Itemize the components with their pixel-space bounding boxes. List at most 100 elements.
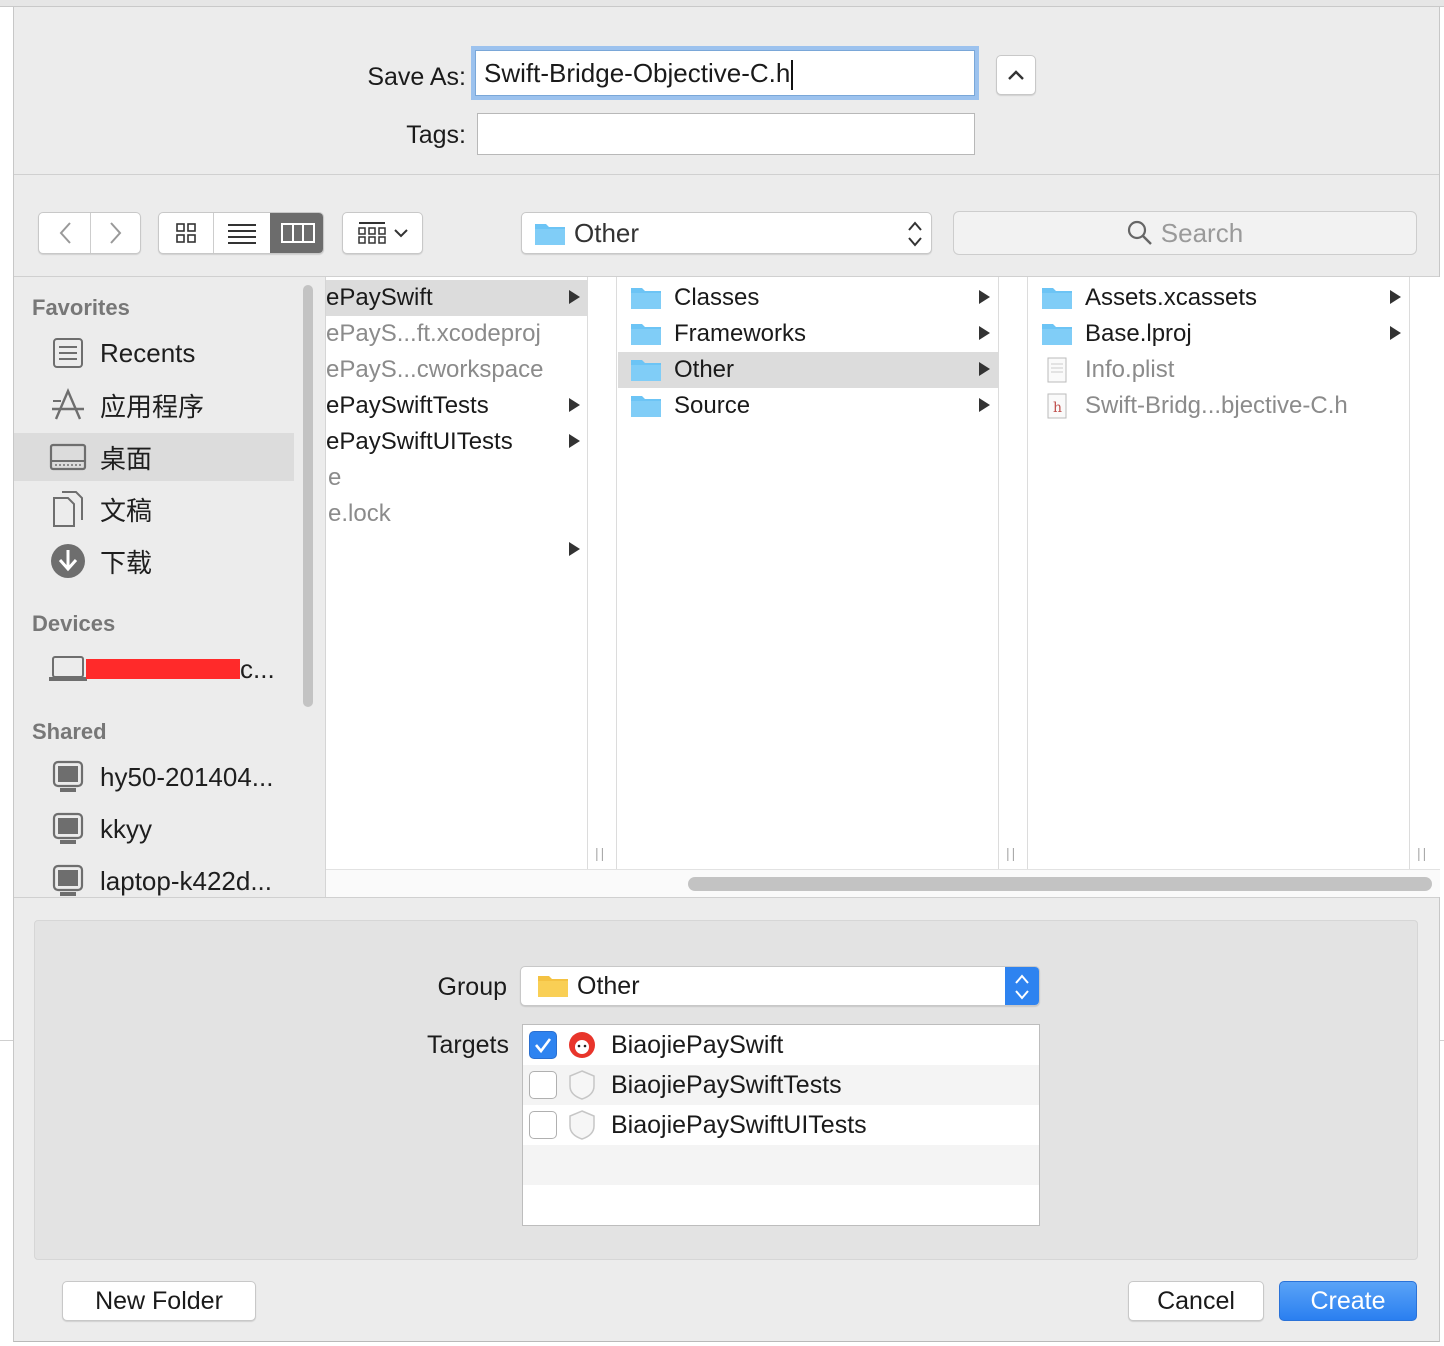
- list-item[interactable]: ePayS...ft.xcodeproj: [326, 316, 588, 352]
- disclosure-arrow-icon: [569, 434, 580, 448]
- list-item[interactable]: Other: [618, 352, 998, 388]
- list-item[interactable]: Frameworks: [618, 316, 998, 352]
- folder-icon: [535, 224, 565, 245]
- sidebar-item-shared[interactable]: laptop-k422d...: [14, 857, 294, 897]
- location-label: Other: [574, 217, 640, 248]
- column-3: Assets.xcassets Base.lproj Info.plist h …: [1029, 277, 1410, 869]
- column-gap: ||: [589, 277, 617, 869]
- target-checkbox[interactable]: [529, 1031, 557, 1059]
- sidebar-item-applications[interactable]: 应用程序: [14, 381, 294, 429]
- group-popup-stepper[interactable]: [1005, 967, 1039, 1005]
- laptop-icon: [48, 649, 88, 689]
- sidebar-item-label: kkyy: [100, 813, 152, 844]
- sidebar-item-downloads[interactable]: 下载: [14, 537, 294, 585]
- test-target-icon: [569, 1070, 595, 1100]
- target-row[interactable]: BiaojiePaySwiftTests: [523, 1065, 1039, 1105]
- disclosure-arrow-icon: [569, 290, 580, 304]
- options-panel: Group Other Targets BiaojiePaySwift Biao…: [34, 920, 1418, 1260]
- list-item[interactable]: ePayS...cworkspace: [326, 352, 588, 388]
- view-mode-control: [158, 212, 324, 254]
- folder-icon: [1042, 288, 1072, 309]
- list-item[interactable]: Info.plist: [1029, 352, 1409, 388]
- tags-label: Tags:: [406, 121, 466, 149]
- sidebar-item-documents[interactable]: 文稿: [14, 485, 294, 533]
- list-item[interactable]: Assets.xcassets: [1029, 280, 1409, 316]
- forward-button[interactable]: [90, 213, 141, 253]
- sidebar-scrollbar[interactable]: [303, 285, 313, 707]
- column-2: Classes Frameworks Other Source: [618, 277, 999, 869]
- sidebar-item-recents[interactable]: Recents: [14, 329, 294, 377]
- targets-list: BiaojiePaySwift BiaojiePaySwiftTests Bia…: [522, 1024, 1040, 1226]
- list-item[interactable]: ePaySwiftTests: [326, 388, 588, 424]
- divider: [14, 897, 1439, 898]
- back-button[interactable]: [39, 213, 90, 253]
- disclosure-arrow-icon: [569, 542, 580, 556]
- folder-icon: [631, 324, 661, 345]
- save-as-value: Swift-Bridge-Objective-C.h: [484, 58, 791, 88]
- applications-icon: [48, 385, 88, 425]
- column-gap: ||: [1411, 277, 1440, 869]
- location-popup[interactable]: Other: [521, 212, 932, 254]
- list-view-icon: [228, 224, 256, 244]
- sidebar-item-shared[interactable]: kkyy: [14, 805, 294, 853]
- horizontal-scrollbar[interactable]: [688, 877, 1432, 891]
- list-item[interactable]: e.lock: [326, 496, 588, 532]
- chevron-up-icon: [1008, 70, 1024, 80]
- search-field[interactable]: Search: [953, 211, 1417, 255]
- target-row[interactable]: BiaojiePaySwiftUITests: [523, 1105, 1039, 1145]
- sidebar-item-shared[interactable]: hy50-201404...: [14, 753, 294, 801]
- list-item[interactable]: Source: [618, 388, 998, 424]
- folder-icon: [631, 288, 661, 309]
- documents-icon: [48, 489, 88, 529]
- column-gap: ||: [1000, 277, 1028, 869]
- computer-icon: [48, 861, 88, 897]
- sidebar-item-label: hy50-201404...: [100, 761, 274, 792]
- list-item[interactable]: [326, 532, 588, 568]
- shared-header: Shared: [32, 719, 107, 744]
- list-item[interactable]: Base.lproj: [1029, 316, 1409, 352]
- window-top-edge: [0, 0, 1444, 7]
- list-item[interactable]: ePaySwiftUITests: [326, 424, 588, 460]
- redaction-bar: [86, 659, 240, 679]
- back-forward-control: [38, 212, 141, 254]
- tags-field[interactable]: [477, 113, 975, 155]
- list-view-button[interactable]: [213, 213, 270, 253]
- create-button[interactable]: Create: [1279, 1281, 1417, 1321]
- disclosure-arrow-icon: [979, 362, 990, 376]
- divider: [14, 174, 1439, 175]
- cancel-button[interactable]: Cancel: [1128, 1281, 1264, 1321]
- sidebar-item-label: Recents: [100, 337, 196, 368]
- chevron-right-icon: [110, 222, 122, 244]
- devices-header: Devices: [32, 611, 116, 636]
- icon-view-button[interactable]: [159, 213, 213, 253]
- target-checkbox[interactable]: [529, 1071, 557, 1099]
- collapse-button[interactable]: [996, 55, 1036, 95]
- save-as-label: Save As:: [367, 63, 466, 91]
- search-placeholder: Search: [1160, 217, 1244, 248]
- save-as-field[interactable]: Swift-Bridge-Objective-C.h: [475, 50, 975, 96]
- target-checkbox[interactable]: [529, 1111, 557, 1139]
- column-view-button[interactable]: [270, 213, 323, 253]
- list-item[interactable]: h Swift-Bridg...bjective-C.h: [1029, 388, 1409, 424]
- disclosure-arrow-icon: [979, 398, 990, 412]
- sidebar-item-desktop[interactable]: 桌面: [14, 433, 294, 481]
- new-folder-button[interactable]: New Folder: [62, 1281, 256, 1321]
- target-row[interactable]: BiaojiePaySwift: [523, 1025, 1039, 1065]
- group-popup[interactable]: Other: [520, 966, 1040, 1006]
- sidebar-item-device[interactable]: c...: [14, 645, 294, 693]
- downloads-icon: [48, 541, 88, 581]
- column-resize-handle[interactable]: ||: [1006, 845, 1017, 861]
- list-item[interactable]: e: [326, 460, 588, 496]
- chevron-down-icon: [393, 229, 408, 238]
- list-item[interactable]: Classes: [618, 280, 998, 316]
- list-item[interactable]: ePaySwift: [326, 280, 588, 316]
- search-icon: [1127, 220, 1152, 245]
- group-view-button[interactable]: [342, 212, 423, 254]
- sidebar-item-label: 应用程序: [100, 391, 205, 422]
- favorites-header: Favorites: [32, 295, 130, 320]
- recents-icon: [48, 333, 88, 373]
- column-resize-handle[interactable]: ||: [595, 845, 606, 861]
- test-target-icon: [569, 1110, 595, 1140]
- icon-view-icon: [176, 223, 196, 243]
- column-resize-handle[interactable]: ||: [1417, 845, 1428, 861]
